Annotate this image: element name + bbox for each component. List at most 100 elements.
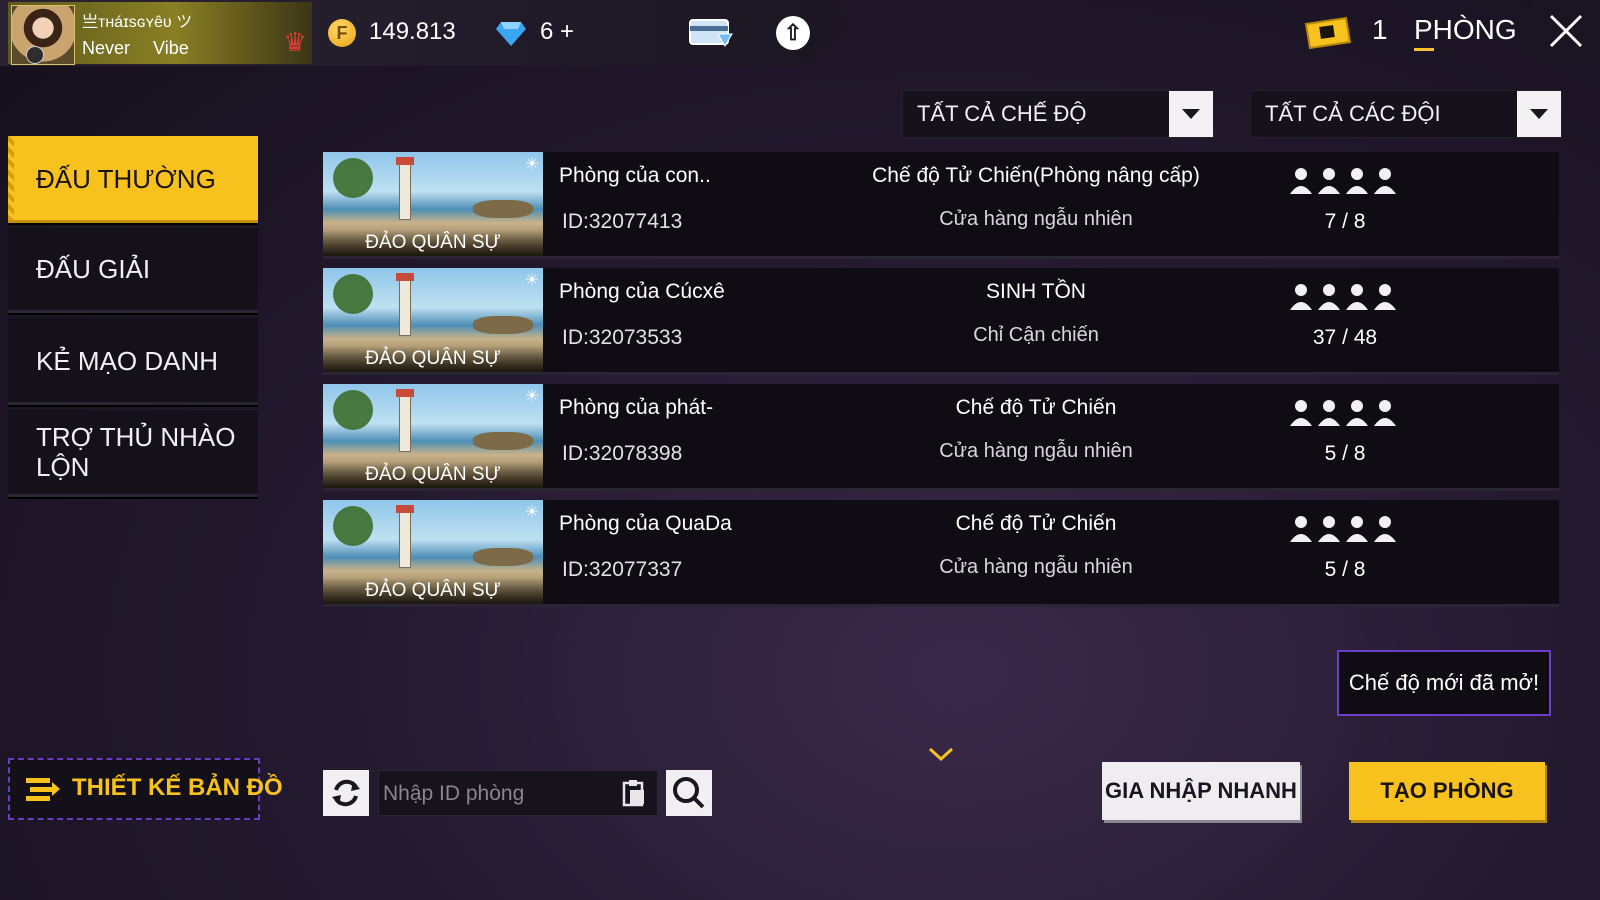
search-button[interactable] bbox=[666, 770, 712, 816]
map-name: ĐẢO QUÂN SỰ bbox=[323, 346, 543, 372]
room-name: Phòng của phát- bbox=[559, 396, 714, 419]
player-motto: Never Vibe bbox=[82, 38, 189, 58]
sidebar-item-label: ĐẤU GIẢI bbox=[36, 254, 151, 284]
sun-icon: ☀ bbox=[524, 156, 539, 173]
shore-shape bbox=[473, 432, 533, 450]
room-mode: Chế độ Tử Chiến bbox=[955, 396, 1117, 419]
room-name: Phòng của Cúcxê bbox=[559, 280, 725, 303]
create-room-button[interactable]: TẠO PHÒNG bbox=[1349, 762, 1545, 820]
gold-amount: 149.813 bbox=[369, 18, 456, 45]
quick-join-button[interactable]: GIA NHẬP NHANH bbox=[1102, 762, 1300, 820]
close-button[interactable] bbox=[1532, 0, 1600, 62]
gold-coin-icon: F bbox=[328, 19, 356, 47]
room-mode: Chế độ Tử Chiến bbox=[955, 512, 1117, 535]
players-icon bbox=[1290, 516, 1396, 542]
players-icon bbox=[1290, 284, 1396, 310]
sidebar-item-trickster-support[interactable]: TRỢ THỦ NHÀO LỘN bbox=[8, 410, 258, 497]
map-name: ĐẢO QUÂN SỰ bbox=[323, 230, 543, 256]
room-row[interactable]: ☀ ĐẢO QUÂN SỰ Phòng của con.. ID:3207741… bbox=[323, 152, 1559, 256]
sun-icon: ☀ bbox=[524, 388, 539, 405]
map-thumbnail: ☀ ĐẢO QUÂN SỰ bbox=[323, 500, 543, 604]
player-count: 7 / 8 bbox=[1324, 210, 1366, 233]
avatar[interactable] bbox=[11, 5, 75, 65]
new-mode-notice[interactable]: Chế độ mới đã mở! bbox=[1337, 650, 1551, 716]
sidebar-item-label: KẺ MẠO DANH bbox=[36, 346, 219, 376]
room-rule: Cửa hàng ngẫu nhiên bbox=[939, 556, 1133, 578]
player-count: 37 / 48 bbox=[1312, 326, 1378, 349]
room-card-ticket-icon bbox=[1304, 16, 1352, 50]
team-filter-dropdown[interactable]: TẤT CẢ CÁC ĐỘI bbox=[1250, 90, 1562, 138]
room-id-search-field[interactable] bbox=[378, 770, 658, 817]
lighthouse-icon bbox=[396, 157, 414, 220]
map-thumbnail: ☀ ĐẢO QUÂN SỰ bbox=[323, 152, 543, 256]
search-icon bbox=[673, 777, 705, 809]
chevron-down-icon[interactable] bbox=[1517, 91, 1561, 137]
palm-tree-icon bbox=[333, 506, 373, 546]
map-design-button[interactable]: THIẾT KẾ BẢN ĐỒ bbox=[8, 758, 283, 820]
sun-icon: ☀ bbox=[524, 504, 539, 521]
mode-filter-value: TẤT CẢ CHẾ ĐỘ bbox=[917, 101, 1087, 126]
map-thumbnail: ☀ ĐẢO QUÂN SỰ bbox=[323, 268, 543, 372]
palm-tree-icon bbox=[333, 274, 373, 314]
room-id: ID:32073533 bbox=[562, 326, 683, 349]
diamond-count: 6 bbox=[540, 18, 554, 45]
diamond-icon bbox=[496, 22, 526, 46]
room-id: ID:32077337 bbox=[562, 558, 683, 581]
membership-card-icon[interactable] bbox=[688, 16, 734, 48]
team-filter-value: TẤT CẢ CÁC ĐỘI bbox=[1265, 101, 1441, 126]
player-count: 5 / 8 bbox=[1324, 442, 1366, 465]
chevron-down-icon[interactable] bbox=[1169, 91, 1213, 137]
room-row[interactable]: ☀ ĐẢO QUÂN SỰ Phòng của Cúcxê ID:3207353… bbox=[323, 268, 1559, 372]
map-design-icon bbox=[26, 778, 60, 801]
palm-tree-icon bbox=[333, 158, 373, 198]
players-icon bbox=[1290, 168, 1396, 194]
sidebar-item-normal-match[interactable]: ĐẤU THƯỜNG bbox=[8, 136, 258, 223]
mode-filter-dropdown[interactable]: TẤT CẢ CHẾ ĐỘ bbox=[902, 90, 1214, 138]
sun-icon: ☀ bbox=[524, 272, 539, 289]
shore-shape bbox=[473, 316, 533, 334]
map-name: ĐẢO QUÂN SỰ bbox=[323, 462, 543, 488]
paste-clipboard-icon[interactable] bbox=[621, 779, 647, 807]
room-card-count: 1 bbox=[1372, 14, 1388, 45]
tab-underline bbox=[1414, 48, 1434, 51]
room-rule: Cửa hàng ngẫu nhiên bbox=[939, 440, 1133, 462]
palm-tree-icon bbox=[333, 390, 373, 430]
sidebar-item-label: TRỢ THỦ NHÀO LỘN bbox=[36, 422, 236, 482]
sidebar-item-tournament[interactable]: ĐẤU GIẢI bbox=[8, 228, 258, 313]
room-rule: Cửa hàng ngẫu nhiên bbox=[939, 208, 1133, 230]
room-id: ID:32077413 bbox=[562, 210, 683, 233]
level-badge-icon bbox=[26, 46, 44, 64]
topup-plus[interactable]: + bbox=[560, 18, 574, 45]
lighthouse-icon bbox=[396, 273, 414, 336]
lighthouse-icon bbox=[396, 505, 414, 568]
map-thumbnail: ☀ ĐẢO QUÂN SỰ bbox=[323, 384, 543, 488]
lighthouse-icon bbox=[396, 389, 414, 452]
player-profile[interactable]: 亗ᴛʜáɪsɢʏêᴜ ツ Never Vibe ♛ bbox=[8, 2, 312, 65]
room-name: Phòng của con.. bbox=[559, 164, 711, 187]
refresh-button[interactable] bbox=[323, 770, 369, 816]
scroll-down-chevron-icon[interactable] bbox=[926, 744, 956, 764]
room-row[interactable]: ☀ ĐẢO QUÂN SỰ Phòng của QuaDa ID:3207733… bbox=[323, 500, 1559, 604]
sidebar-item-label: ĐẤU THƯỜNG bbox=[36, 164, 216, 194]
players-icon bbox=[1290, 400, 1396, 426]
tab-room[interactable]: PHÒNG bbox=[1414, 14, 1517, 46]
map-name: ĐẢO QUÂN SỰ bbox=[323, 578, 543, 604]
map-design-label: THIẾT KẾ BẢN ĐỒ bbox=[72, 774, 283, 801]
sidebar-item-impostor[interactable]: KẺ MẠO DANH bbox=[8, 318, 258, 405]
room-mode: SINH TỒN bbox=[986, 280, 1086, 303]
room-row[interactable]: ☀ ĐẢO QUÂN SỰ Phòng của phát- ID:3207839… bbox=[323, 384, 1559, 488]
room-rule: Chỉ Cận chiến bbox=[973, 324, 1099, 346]
room-mode: Chế độ Tử Chiến(Phòng nâng cấp) bbox=[872, 164, 1200, 187]
close-icon bbox=[1549, 14, 1583, 48]
room-id-input[interactable] bbox=[379, 771, 615, 817]
player-nickname: 亗ᴛʜáɪsɢʏêᴜ ツ bbox=[82, 14, 193, 31]
rank-emblem-icon: ♛ bbox=[283, 27, 307, 57]
refresh-icon bbox=[332, 779, 360, 807]
shore-shape bbox=[473, 200, 533, 218]
diamond-amount[interactable]: 6 + bbox=[540, 18, 574, 46]
shore-shape bbox=[473, 548, 533, 566]
room-id: ID:32078398 bbox=[562, 442, 683, 465]
room-name: Phòng của QuaDa bbox=[559, 512, 732, 535]
player-count: 5 / 8 bbox=[1324, 558, 1366, 581]
cloud-upload-icon[interactable]: ⇧ bbox=[776, 16, 810, 50]
